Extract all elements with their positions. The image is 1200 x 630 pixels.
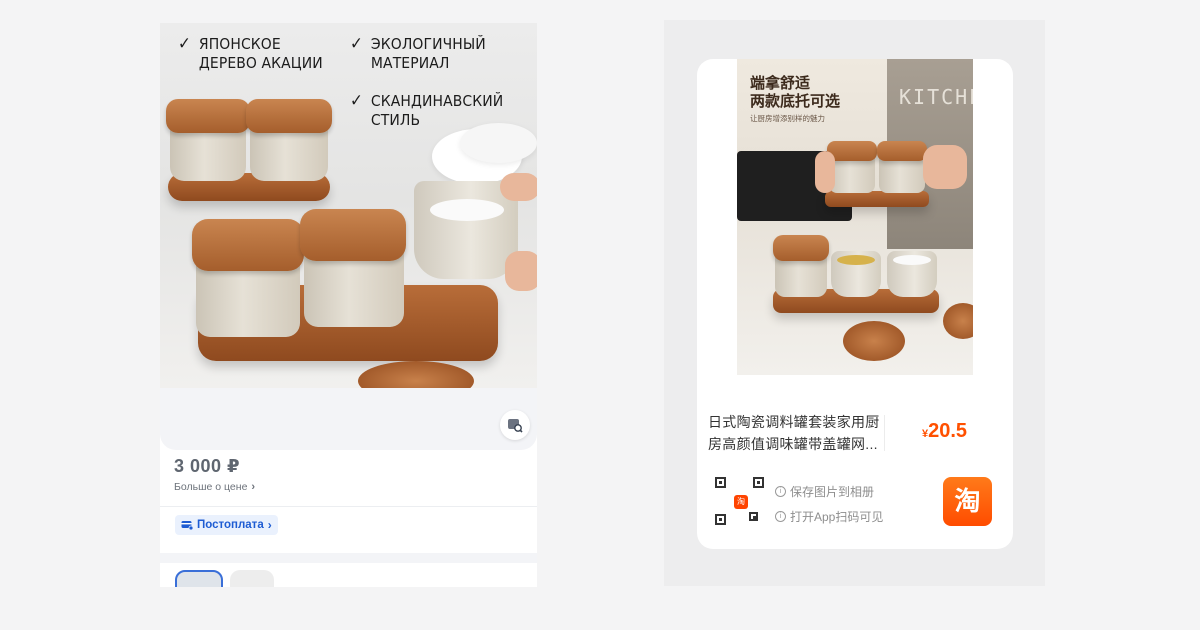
qr-corner <box>753 477 764 488</box>
ceramic-jar <box>196 261 300 337</box>
wooden-lid <box>246 99 332 133</box>
feature-text: ЭКОЛОГИЧНЫЙ МАТЕРИАЛ <box>370 35 486 72</box>
feature-item: ✓ ЯПОНСКОЕ ДЕРЕВО АКАЦИИ <box>178 35 323 73</box>
hand <box>923 145 967 189</box>
open-app-hint-label: 打开App扫码可见 <box>790 510 884 524</box>
product-photo[interactable]: ✓ ЯПОНСКОЕ ДЕРЕВО АКАЦИИ ✓ ЭКОЛОГИЧНЫЙ М… <box>160 23 537 388</box>
wooden-lid <box>192 219 304 271</box>
chevron-right-icon: › <box>251 481 256 493</box>
salt <box>893 255 931 265</box>
background-bowl <box>460 123 537 163</box>
image-footer <box>160 388 537 450</box>
qr-corner <box>749 512 758 521</box>
product-card-right: KITCHE 端拿舒适 两款底托可选 让厨房增添别样的魅力 日式陶瓷调料罐套装家… <box>697 59 1013 549</box>
info-icon: i <box>775 486 786 497</box>
wooden-coaster <box>843 321 905 361</box>
ceramic-jar <box>775 255 827 297</box>
price-value: 20.5 <box>928 420 968 442</box>
image-search-button[interactable] <box>500 410 530 440</box>
wooden-coaster <box>358 361 474 388</box>
share-poster: KITCHE 端拿舒适 两款底托可选 让厨房增添别样的魅力 日式陶瓷调料罐套装家… <box>664 20 1045 586</box>
postpay-badge[interactable]: Постоплата › <box>175 515 278 535</box>
wooden-lid <box>877 141 927 161</box>
save-image-hint: i 保存图片到相册 <box>775 483 874 500</box>
wooden-coaster <box>943 303 973 339</box>
product-card-left: ✓ ЯПОНСКОЕ ДЕРЕВО АКАЦИИ ✓ ЭКОЛОГИЧНЫЙ М… <box>160 23 537 587</box>
promo-title: 端拿舒适 两款底托可选 <box>750 75 841 110</box>
price-block: 3 000 ₽ Больше о цене › <box>174 456 255 493</box>
variant-thumbnails <box>160 563 537 587</box>
hand <box>815 151 835 193</box>
product-photo[interactable]: KITCHE 端拿舒适 两款底托可选 让厨房增添别样的魅力 <box>737 59 973 375</box>
check-icon: ✓ <box>350 34 363 54</box>
divider <box>160 506 537 507</box>
qr-code[interactable]: 淘 <box>715 477 767 527</box>
product-title[interactable]: 日式陶瓷调料罐套装家用厨房高颜值调味罐带盖罐网... <box>708 411 880 455</box>
taobao-icon: 淘 <box>734 495 748 509</box>
spice <box>837 255 875 265</box>
check-icon: ✓ <box>350 91 363 111</box>
chevron-right-icon: › <box>267 518 272 532</box>
wooden-lid <box>773 235 829 261</box>
check-icon: ✓ <box>178 34 191 54</box>
feature-item: ✓ ЭКОЛОГИЧНЫЙ МАТЕРИАЛ <box>350 35 486 73</box>
promo-subtitle: 让厨房增添别样的魅力 <box>750 114 825 123</box>
price: ¥20.5 <box>922 420 967 443</box>
ceramic-jar <box>304 253 404 327</box>
feature-text: ЯПОНСКОЕ ДЕРЕВО АКАЦИИ <box>198 35 323 72</box>
qr-corner <box>715 514 726 525</box>
apron-text: KITCHE <box>899 85 973 109</box>
image-search-icon <box>508 419 523 433</box>
save-image-hint-label: 保存图片到相册 <box>790 485 875 499</box>
wooden-tray <box>825 191 929 207</box>
wooden-lid <box>166 99 250 133</box>
postpay-label: Постоплата <box>197 519 264 531</box>
section-gap <box>160 553 537 563</box>
open-app-hint: i 打开App扫码可见 <box>775 508 883 525</box>
price-details-label: Больше о цене <box>174 481 248 493</box>
qr-corner <box>715 477 726 488</box>
salt <box>430 199 504 221</box>
price-details-link[interactable]: Больше о цене › <box>174 481 255 493</box>
variant-thumbnail[interactable] <box>230 570 274 587</box>
hand <box>500 173 537 201</box>
price: 3 000 ₽ <box>174 456 241 476</box>
taobao-app-icon[interactable]: 淘 <box>943 477 992 526</box>
variant-thumbnail-selected[interactable] <box>175 570 223 587</box>
hand <box>505 251 537 291</box>
divider <box>884 415 885 451</box>
ceramic-jar <box>879 157 925 193</box>
info-icon: i <box>775 511 786 522</box>
wooden-lid <box>300 209 406 261</box>
card-icon <box>181 521 193 530</box>
ceramic-jar <box>829 157 875 193</box>
